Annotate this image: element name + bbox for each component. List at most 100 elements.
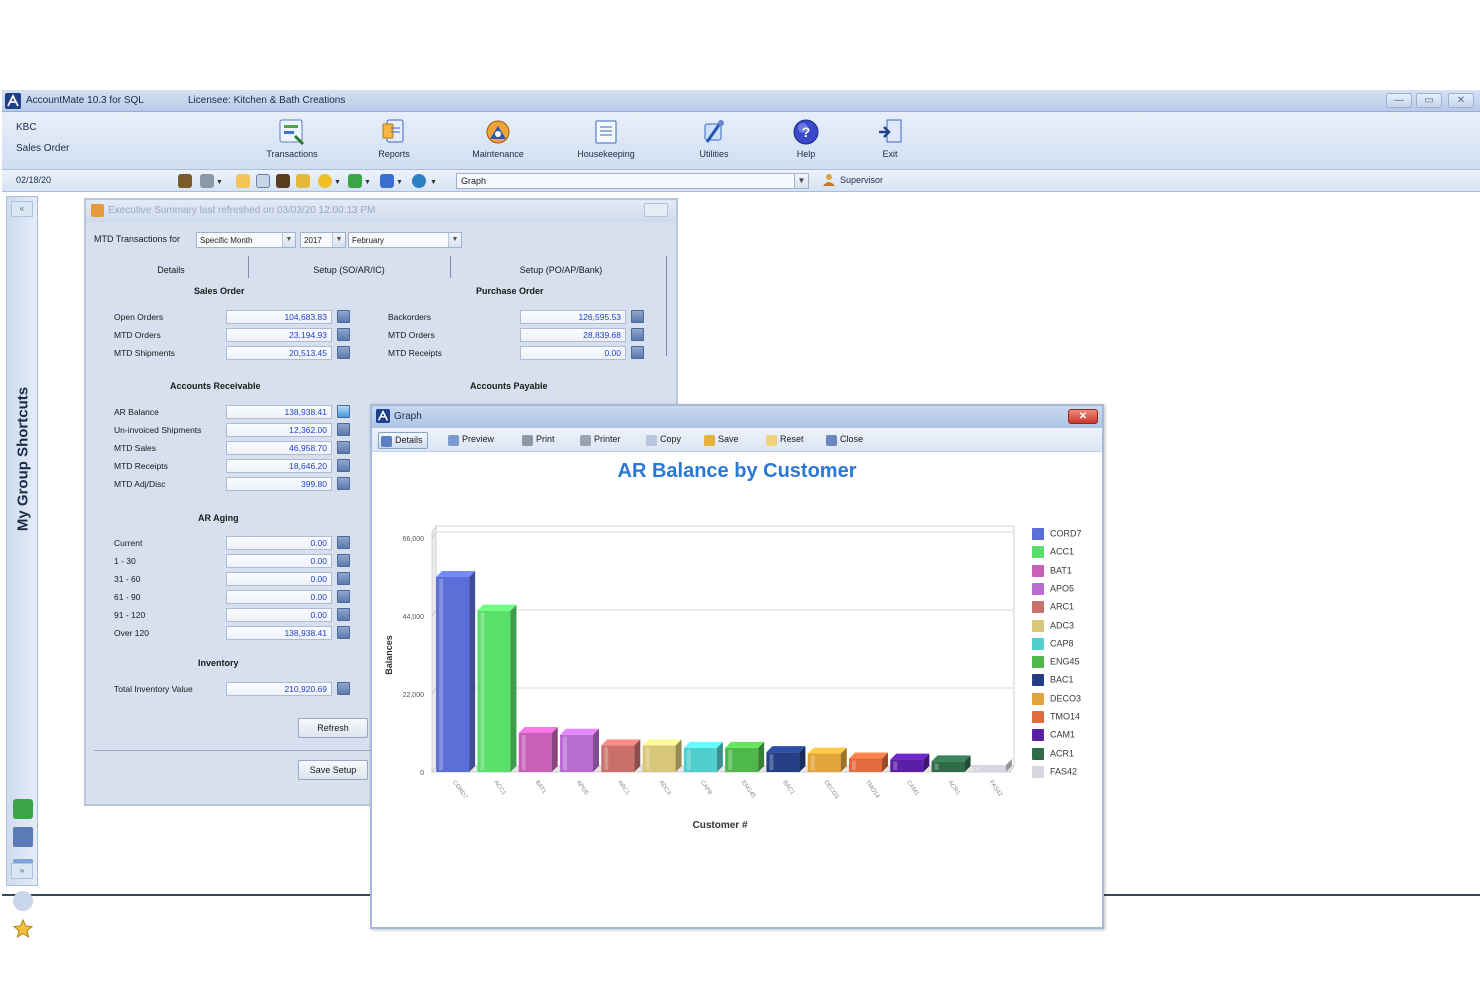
svg-text:?: ? [802,124,811,140]
ar-mtd-adj-disc-label: MTD Adj/Disc [114,479,166,489]
legend-label: ENG45 [1050,656,1080,667]
folder-icon[interactable] [236,174,250,188]
group-shortcuts-title: My Group Shortcuts [14,386,32,532]
graph-save-button[interactable]: Save [702,432,743,449]
refresh-button[interactable]: Refresh [298,718,368,738]
reset-icon [766,435,777,446]
graph-close-button[interactable]: ✕ [1068,409,1098,424]
transactions-button[interactable]: Transactions [256,116,328,166]
graph-copy-button[interactable]: Copy [644,432,685,449]
y-tick-label: 66,000 [403,536,425,543]
notes-icon[interactable] [296,174,310,188]
word-icon[interactable] [380,174,394,188]
drilldown-icon[interactable] [337,346,350,359]
chevron-down-icon[interactable]: ▼ [430,179,437,186]
month-select[interactable]: February ▼ [348,232,462,248]
reports-button[interactable]: Reports [358,116,430,166]
tab-divider [666,256,667,356]
summary-close-button[interactable] [644,203,668,217]
group-shortcuts-bar: « My Group Shortcuts » [6,196,38,939]
printer-icon[interactable] [200,174,214,188]
aging-91-120-value: 0.00 [226,608,332,622]
graph-preview-button[interactable]: Preview [446,432,498,449]
chevron-down-icon[interactable]: ▼ [396,179,403,186]
shortcut-reports-icon[interactable] [13,827,33,847]
year-value: 2017 [304,236,322,245]
drilldown-icon[interactable] [337,310,350,323]
drilldown-icon[interactable] [337,590,350,603]
shortcut-settings-icon[interactable] [13,891,33,911]
chevron-down-icon[interactable]: ▼ [364,179,371,186]
year-select[interactable]: 2017 ▼ [300,232,346,248]
utilities-button[interactable]: Utilities [678,116,750,166]
drilldown-icon[interactable] [337,536,350,549]
sun-icon[interactable] [318,174,332,188]
drilldown-icon[interactable] [337,459,350,472]
globe-icon[interactable] [412,174,426,188]
maintenance-icon [486,120,510,144]
tab-details[interactable]: Details [106,260,236,280]
book-icon[interactable] [276,174,290,188]
x-tick-label: ARC1 [616,780,630,797]
bar-highlight [686,749,691,770]
collapse-button[interactable]: « [11,201,33,217]
drilldown-icon[interactable] [631,346,644,359]
drilldown-icon[interactable] [631,328,644,341]
aging-1-30-label: 1 - 30 [114,556,136,566]
help-button[interactable]: ? Help [770,116,842,166]
aging-31-60-label: 31 - 60 [114,574,141,584]
period-type-select[interactable]: Specific Month ▼ [196,232,296,248]
transactions-icon [279,119,305,146]
graph-print-button[interactable]: Print [520,432,559,449]
exit-button[interactable]: Exit [854,116,926,166]
bar-highlight [562,736,567,770]
maximize-button[interactable]: ▭ [1416,93,1442,108]
housekeeping-button[interactable]: Housekeeping [570,116,642,166]
x-tick-label: ENG45 [740,780,757,800]
graph-reset-label: Reset [780,434,804,444]
drilldown-icon[interactable] [337,423,350,436]
drilldown-icon[interactable] [337,328,350,341]
graph-reset-button[interactable]: Reset [764,432,808,449]
save-setup-button[interactable]: Save Setup [298,760,368,780]
drilldown-icon[interactable] [337,441,350,454]
drilldown-icon[interactable] [337,626,350,639]
chevron-down-icon[interactable]: ▼ [332,233,345,247]
legend-item: TMO14 [1032,711,1080,723]
drilldown-icon[interactable] [337,477,350,490]
chevron-down-icon[interactable]: ▼ [282,233,295,247]
drilldown-icon[interactable] [631,310,644,323]
people-icon[interactable] [178,174,192,188]
document-icon[interactable] [256,174,270,188]
expand-button[interactable]: » [11,863,33,879]
aging-over-120-value: 138,938.41 [226,626,332,640]
drilldown-icon[interactable] [337,608,350,621]
tab-setup-po-ap-bank[interactable]: Setup (PO/AP/Bank) [458,260,664,280]
drilldown-icon[interactable] [337,554,350,567]
bar-highlight [975,766,980,770]
excel-icon[interactable] [348,174,362,188]
graph-close-tool-button[interactable]: Close [824,432,867,449]
chart-plot: 66,000 44,000 22,000 0 Balances Customer # COR… [384,524,1015,831]
accounts-payable-heading: Accounts Payable [470,381,548,391]
drilldown-icon[interactable] [337,405,350,418]
shortcut-transactions-icon[interactable] [13,799,33,819]
bar-top [848,752,889,759]
drilldown-icon[interactable] [337,682,350,695]
legend-label: ACC1 [1050,546,1075,557]
minimize-button[interactable]: — [1386,93,1412,108]
chevron-down-icon[interactable]: ▼ [794,174,808,188]
graph-printer-button[interactable]: Printer [578,432,625,449]
tab-setup-so-ar-ic[interactable]: Setup (SO/AR/IC) [256,260,442,280]
chevron-down-icon[interactable]: ▼ [448,233,461,247]
maintenance-button[interactable]: Maintenance [462,116,534,166]
navigation-combo[interactable]: Graph ▼ [456,173,809,189]
favorites-star-icon[interactable] [13,919,33,939]
graph-details-button[interactable]: Details [378,432,428,449]
drilldown-icon[interactable] [337,572,350,585]
chevron-down-icon[interactable]: ▼ [334,179,341,186]
transactions-label: Transactions [266,149,318,159]
chevron-down-icon[interactable]: ▼ [216,179,223,186]
close-button[interactable]: ✕ [1448,93,1474,108]
housekeeping-label: Housekeeping [577,149,635,159]
